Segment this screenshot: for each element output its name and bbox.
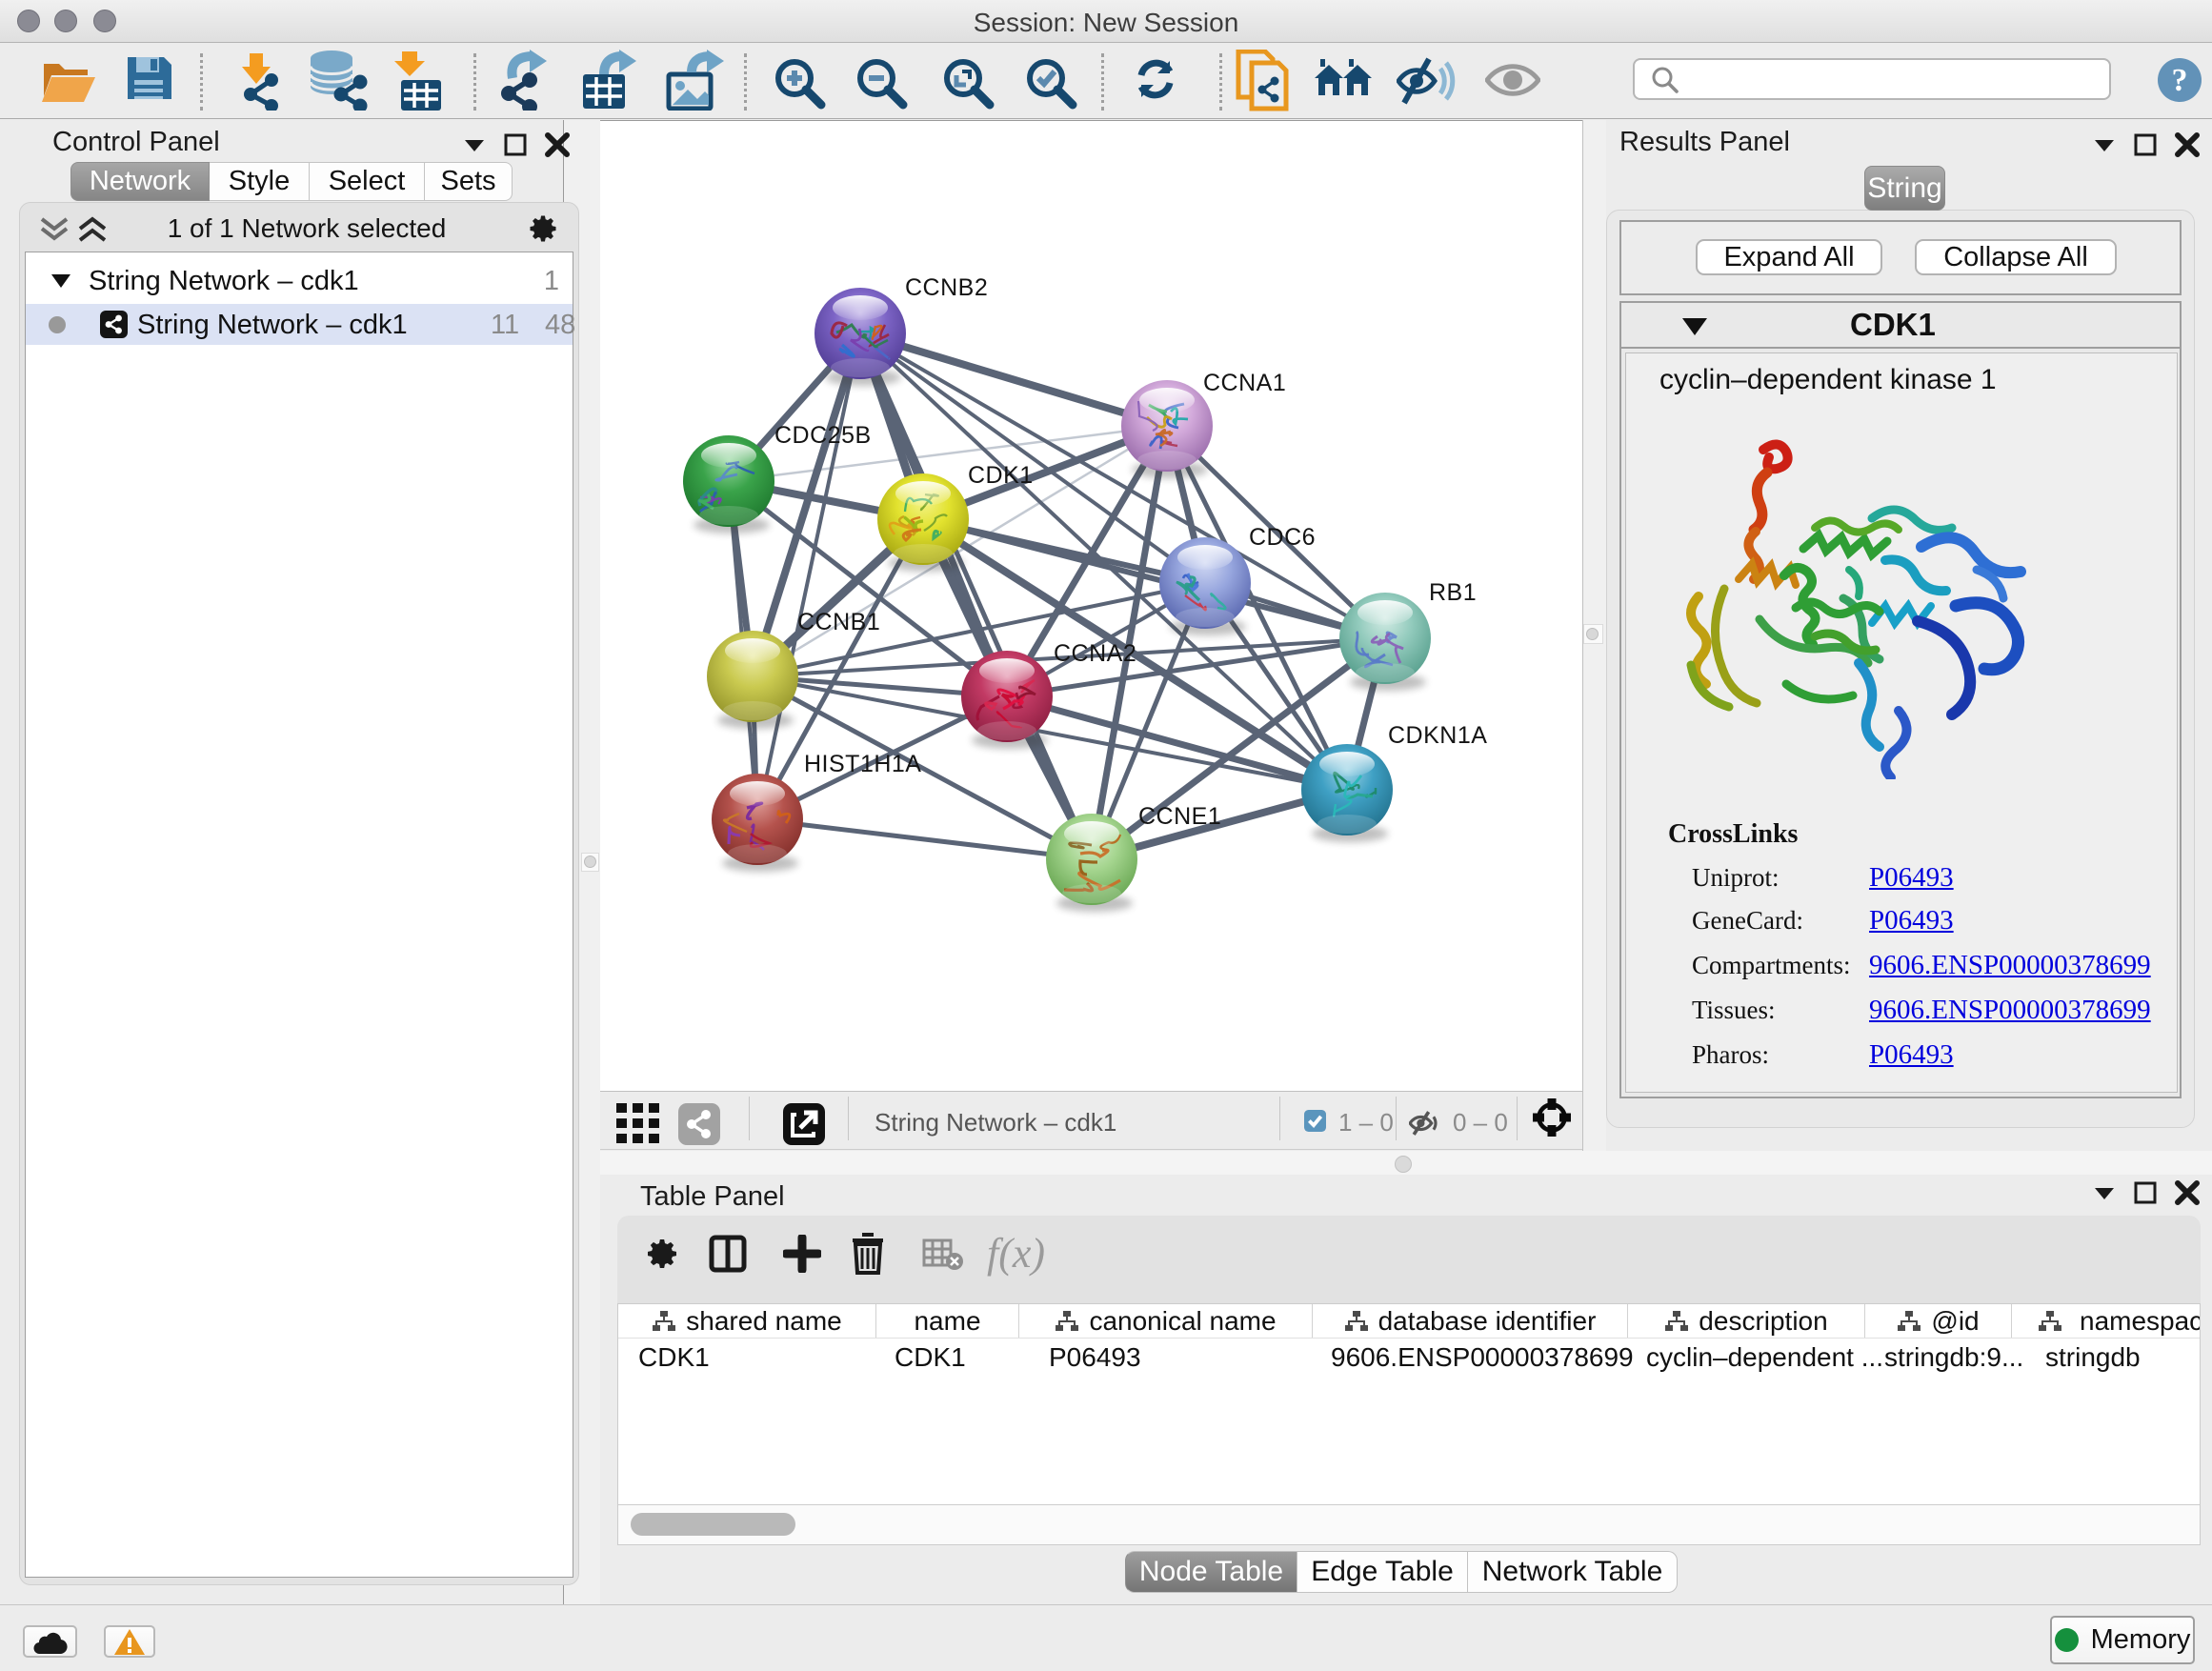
svg-text:?: ? xyxy=(2172,63,2188,98)
